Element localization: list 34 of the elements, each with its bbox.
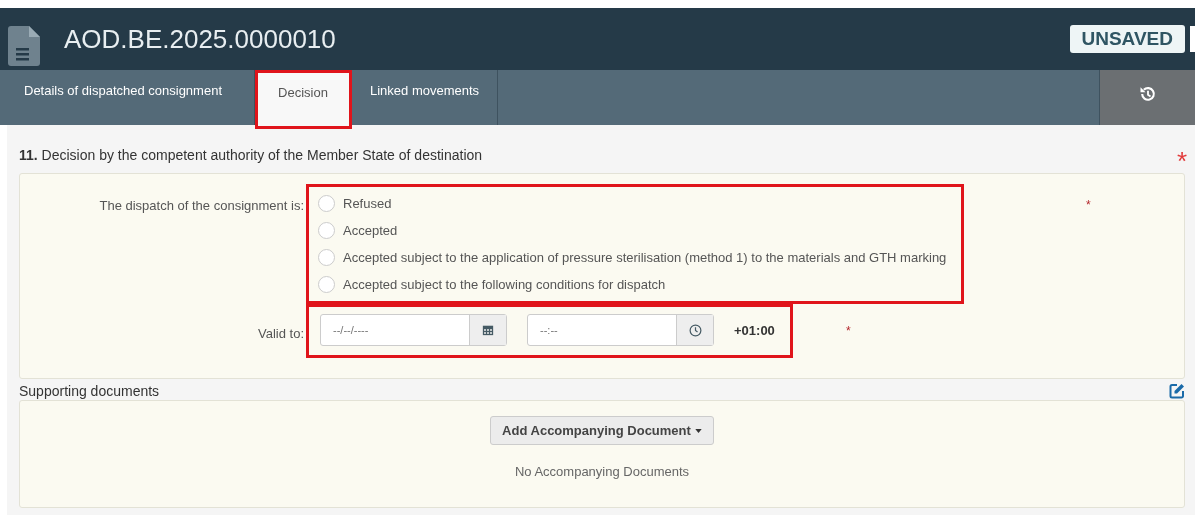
radio-button[interactable] (318, 222, 335, 239)
section-title: Supporting documents (19, 383, 160, 399)
radio-button[interactable] (318, 249, 335, 266)
required-mark: * (1086, 198, 1091, 212)
history-button[interactable] (1100, 70, 1195, 125)
radio-option[interactable]: Accepted subject to the following conditions for dispatch (318, 271, 954, 298)
field-label: The dispatch of the consignment is: (98, 198, 304, 213)
radio-option[interactable]: Accepted subject to the application of pressure sterilisation (method 1) to the materials and GTH marking (318, 244, 954, 271)
empty-message: No Accompanying Documents (514, 464, 690, 479)
radio-option[interactable]: Accepted (318, 217, 954, 244)
clock-button[interactable] (676, 315, 713, 345)
calendar-button[interactable] (469, 315, 506, 345)
document-icon (8, 26, 40, 66)
date-input[interactable]: --/--/---- (321, 315, 469, 345)
time-field[interactable]: --:-- (527, 314, 714, 346)
cropped-button-edge (1190, 26, 1195, 52)
radio-button[interactable] (318, 276, 335, 293)
required-mark: * (1176, 151, 1187, 171)
status-badge: UNSAVED (1069, 25, 1185, 53)
clock-icon (688, 323, 702, 337)
section-title: 11. Decision by the competent authority of the Member State of destination (19, 147, 483, 163)
radio-option[interactable]: Refused (318, 190, 954, 217)
field-label: Valid to: (257, 326, 304, 341)
timezone-label: +01:00 (734, 322, 775, 338)
edit-icon[interactable] (1169, 383, 1185, 399)
certificate-title: AOD.BE.2025.0000010 (64, 23, 336, 55)
radio-button[interactable] (318, 195, 335, 212)
caret-icon (694, 428, 702, 433)
add-document-button[interactable]: Add Accompanying Document (490, 416, 714, 445)
tab[interactable]: Decision (255, 70, 352, 129)
required-mark: * (846, 324, 851, 338)
time-input[interactable]: --:-- (528, 315, 676, 345)
calendar-icon (482, 324, 494, 336)
date-field[interactable]: --/--/---- (320, 314, 507, 346)
